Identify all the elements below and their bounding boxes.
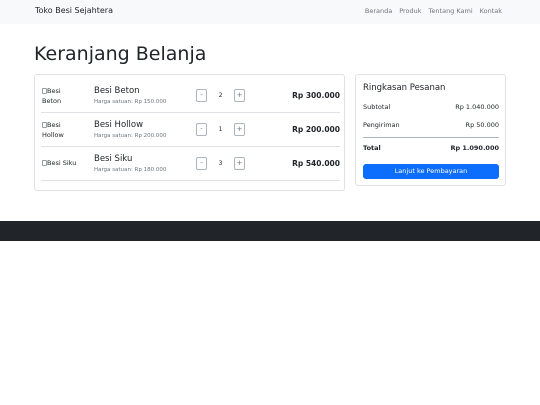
quantity-stepper: - 2 + [196, 89, 247, 102]
product-name: Besi Beton [94, 86, 140, 96]
increase-qty-button[interactable]: + [234, 157, 245, 170]
shipping-label: Pengiriman [363, 121, 400, 129]
quantity-input[interactable]: 3 [207, 157, 234, 170]
quantity-stepper: - 1 + [196, 123, 247, 136]
quantity-stepper: - 3 + [196, 157, 247, 170]
nav-link-tentang-kami[interactable]: Tentang Kami [429, 7, 473, 15]
summary-divider [363, 137, 499, 138]
increase-qty-button[interactable]: + [234, 89, 245, 102]
total-label: Total [363, 144, 381, 152]
cart-item-besi-siku: Besi Siku Besi Siku Harga satuan: Rp 180… [41, 147, 340, 181]
navbar: Toko Besi Sejahtera Beranda Produk Tenta… [0, 0, 540, 24]
checkout-button[interactable]: Lanjut ke Pembayaran [363, 164, 499, 179]
product-image: Besi Hollow [42, 120, 64, 140]
quantity-input[interactable]: 2 [207, 89, 234, 102]
cart-item-besi-beton: Besi Beton Besi Beton Harga satuan: Rp 15… [41, 79, 340, 113]
brand-logo[interactable]: Toko Besi Sejahtera [35, 6, 113, 15]
image-alt-text: Hollow [42, 131, 64, 139]
cart-card: Besi Beton Besi Beton Harga satuan: Rp 15… [34, 74, 345, 191]
summary-title: Ringkasan Pesanan [363, 83, 446, 93]
unit-price: Harga satuan: Rp 180.000 [94, 167, 167, 173]
decrease-qty-button[interactable]: - [196, 157, 207, 170]
cart-item-besi-hollow: Besi Hollow Besi Hollow Harga satuan: Rp … [41, 113, 340, 147]
product-image: Besi Beton [42, 86, 61, 106]
total-value: Rp 1.090.000 [450, 144, 499, 152]
line-total: Rp 540.000 [292, 159, 340, 168]
image-alt-text: Besi [47, 87, 61, 95]
product-name: Besi Hollow [94, 120, 144, 130]
increase-qty-button[interactable]: + [234, 123, 245, 136]
image-alt-text: Besi [47, 121, 61, 129]
subtotal-value: Rp 1.040.000 [455, 103, 499, 111]
image-alt-text: Beton [42, 97, 62, 105]
footer [0, 221, 540, 241]
nav-link-beranda[interactable]: Beranda [365, 7, 392, 15]
product-name: Besi Siku [94, 154, 133, 164]
unit-price: Harga satuan: Rp 200.000 [94, 133, 167, 139]
line-total: Rp 300.000 [292, 91, 340, 100]
subtotal-label: Subtotal [363, 103, 391, 111]
shipping-value: Rp 50.000 [465, 121, 499, 129]
line-total: Rp 200.000 [292, 125, 340, 134]
unit-price: Harga satuan: Rp 150.000 [94, 99, 167, 105]
page-title: Keranjang Belanja [34, 43, 207, 65]
image-alt-text: Besi Siku [47, 159, 77, 167]
product-image: Besi Siku [42, 158, 76, 168]
nav-links: Beranda Produk Tentang Kami Kontak [365, 7, 502, 15]
quantity-input[interactable]: 1 [207, 123, 234, 136]
nav-link-kontak[interactable]: Kontak [480, 7, 502, 15]
decrease-qty-button[interactable]: - [196, 123, 207, 136]
decrease-qty-button[interactable]: - [196, 89, 207, 102]
order-summary-card: Ringkasan Pesanan Subtotal Rp 1.040.000 … [355, 74, 506, 186]
nav-link-produk[interactable]: Produk [399, 7, 421, 15]
